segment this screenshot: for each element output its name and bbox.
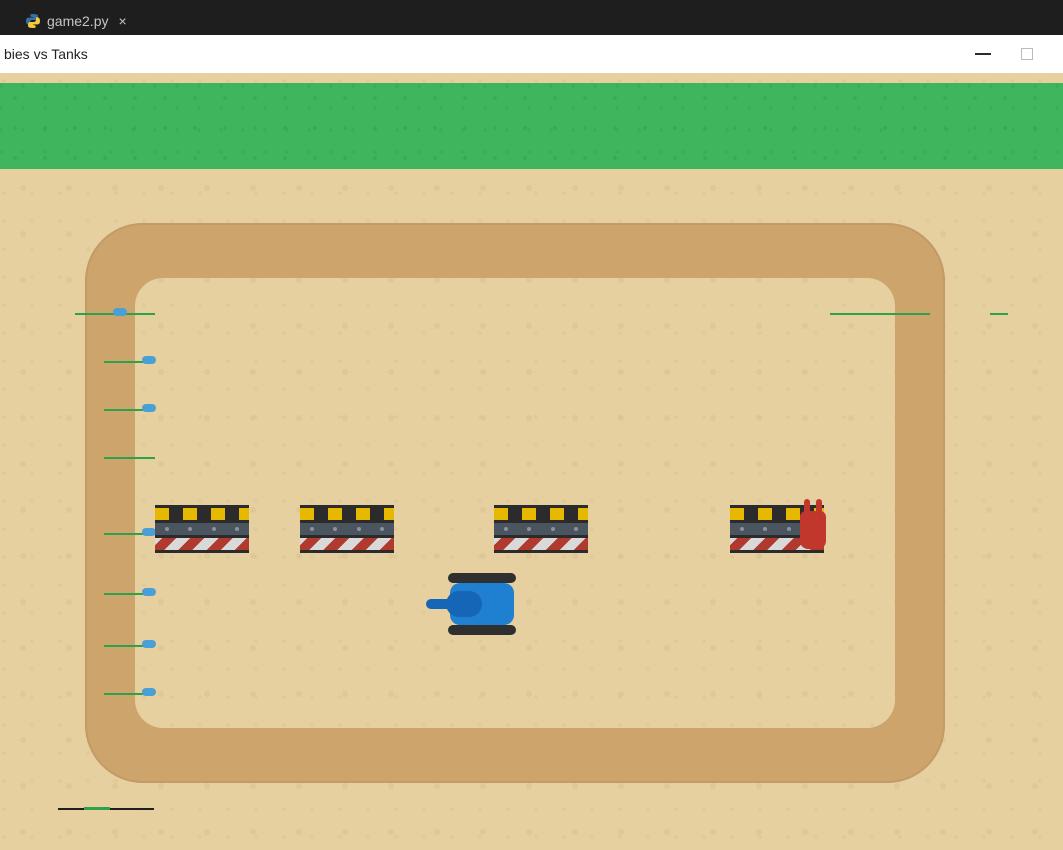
- barrier-stripe-yellow: [155, 505, 249, 523]
- spawn-slot-marker: [142, 588, 156, 596]
- spawn-slot-marker: [142, 640, 156, 648]
- game-surface[interactable]: [0, 73, 1063, 850]
- barrier: [300, 505, 394, 553]
- barrier-stripe-red: [155, 535, 249, 553]
- editor-tab-filename: game2.py: [47, 13, 108, 29]
- maximize-button[interactable]: [1021, 48, 1033, 60]
- barrier-stripe-red: [300, 535, 394, 553]
- python-icon: [25, 13, 41, 29]
- track-inner: [135, 278, 895, 728]
- close-icon[interactable]: ×: [114, 13, 130, 29]
- barrier-frame: [494, 523, 588, 535]
- barrier: [494, 505, 588, 553]
- barrier: [155, 505, 249, 553]
- player-tank[interactable]: [442, 573, 522, 635]
- spawn-slot: [990, 313, 1008, 315]
- spawn-slot: [830, 313, 930, 315]
- barrier-stripe-red: [494, 535, 588, 553]
- spawn-slot-marker: [142, 688, 156, 696]
- spawn-slot-marker: [142, 528, 156, 536]
- tank-track: [448, 573, 516, 583]
- game-window: bies vs Tanks: [0, 35, 1063, 850]
- spawn-slot-marker: [113, 308, 127, 316]
- tank-track: [448, 625, 516, 635]
- window-controls: [975, 35, 1063, 73]
- tank-barrel: [426, 599, 452, 609]
- barrier-stripe-yellow: [300, 505, 394, 523]
- enemy: [800, 511, 826, 549]
- spawn-slot: [104, 457, 155, 459]
- barrier-stripe-yellow: [494, 505, 588, 523]
- spawn-slot-marker: [142, 404, 156, 412]
- barrier-frame: [155, 523, 249, 535]
- terrain-grass: [0, 83, 1063, 169]
- editor-tabbar: game2.py ×: [0, 0, 1063, 35]
- hud-progress-line: [58, 808, 154, 810]
- window-title: bies vs Tanks: [4, 46, 88, 62]
- minimize-button[interactable]: [975, 53, 991, 55]
- spawn-slot-marker: [142, 356, 156, 364]
- editor-tab-active[interactable]: game2.py ×: [15, 7, 141, 35]
- window-titlebar[interactable]: bies vs Tanks: [0, 35, 1063, 73]
- barrier-frame: [300, 523, 394, 535]
- hud-progress-segment: [84, 807, 110, 810]
